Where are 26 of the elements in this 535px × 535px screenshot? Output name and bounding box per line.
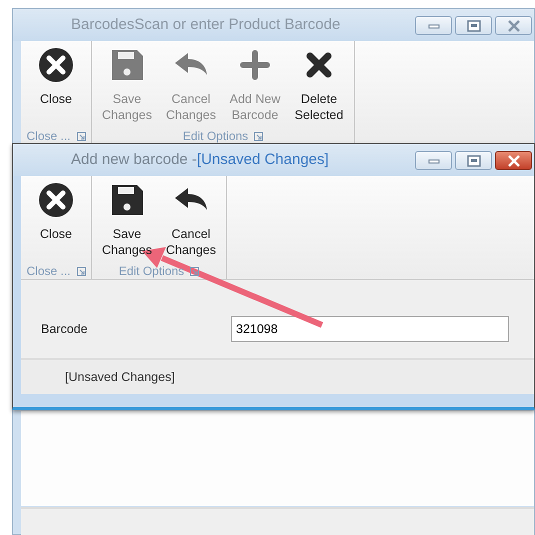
minimize-button[interactable] xyxy=(415,151,452,170)
dialog-launcher-icon[interactable] xyxy=(190,266,200,276)
group-label: Edit Options xyxy=(118,263,184,280)
group-label: Close ... xyxy=(26,128,70,145)
maximize-button[interactable] xyxy=(455,151,492,170)
status-text: [Unsaved Changes] xyxy=(65,368,175,386)
window-title: BarcodesScan or enter Product Barcode xyxy=(71,14,340,35)
ribbon-button[interactable]: Close xyxy=(25,176,87,263)
dialog-launcher-icon[interactable] xyxy=(76,132,86,140)
barcode-input-field[interactable]: 321098 xyxy=(231,316,509,342)
maximize-icon xyxy=(464,18,482,32)
dialog-launcher-icon[interactable] xyxy=(254,132,264,140)
ribbon-button[interactable]: Close xyxy=(25,41,87,128)
plus-icon xyxy=(237,47,273,83)
close-icon xyxy=(38,182,74,218)
ribbon-button[interactable]: Cancel Changes xyxy=(160,176,222,263)
maximize-icon xyxy=(464,154,482,168)
group-label: Edit Options xyxy=(182,128,248,145)
window-title: Add new barcode - xyxy=(71,150,197,170)
ribbon-button[interactable]: Delete Selected xyxy=(288,41,350,128)
unsaved-changes-title: [Unsaved Changes] xyxy=(196,150,329,170)
dialog-launcher-icon[interactable] xyxy=(76,266,86,276)
close-button[interactable] xyxy=(495,151,532,170)
group-label: Close ... xyxy=(26,263,70,280)
field-label: Barcode xyxy=(41,320,89,338)
close-icon xyxy=(38,47,74,83)
